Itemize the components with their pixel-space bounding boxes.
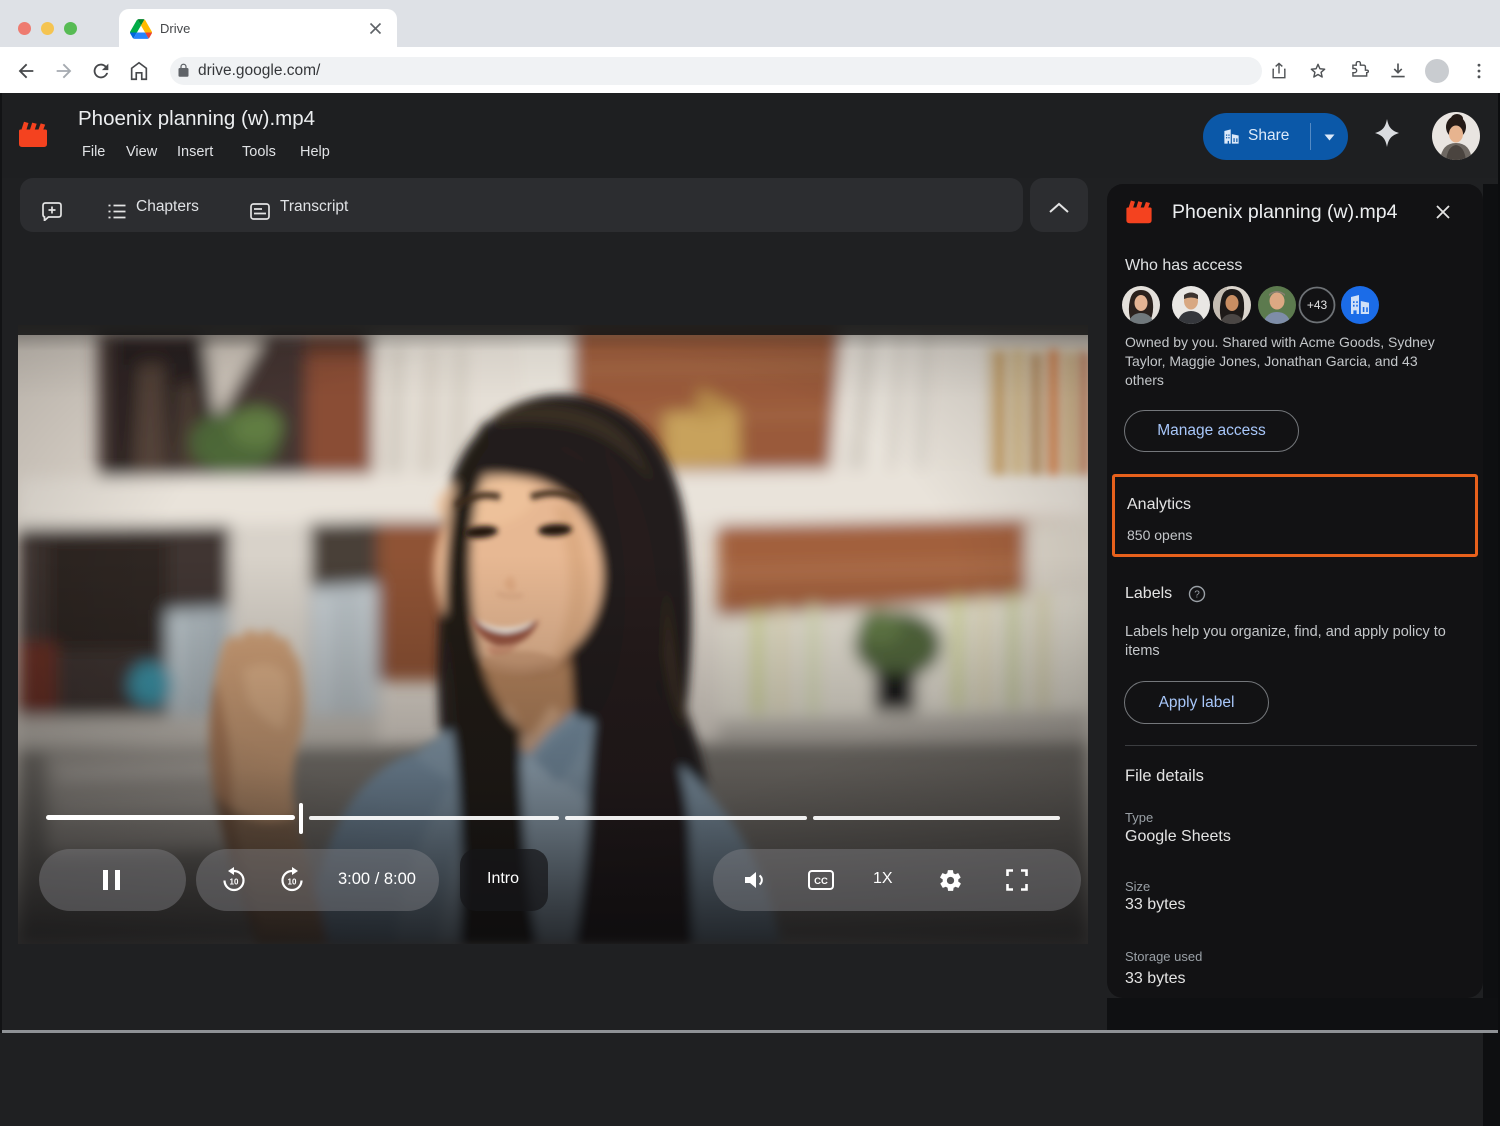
svg-text:10: 10 bbox=[230, 878, 239, 887]
svg-text:+43: +43 bbox=[1307, 298, 1328, 312]
svg-text:?: ? bbox=[1194, 590, 1200, 601]
svg-text:10: 10 bbox=[288, 878, 297, 887]
svg-text:CC: CC bbox=[814, 876, 828, 887]
